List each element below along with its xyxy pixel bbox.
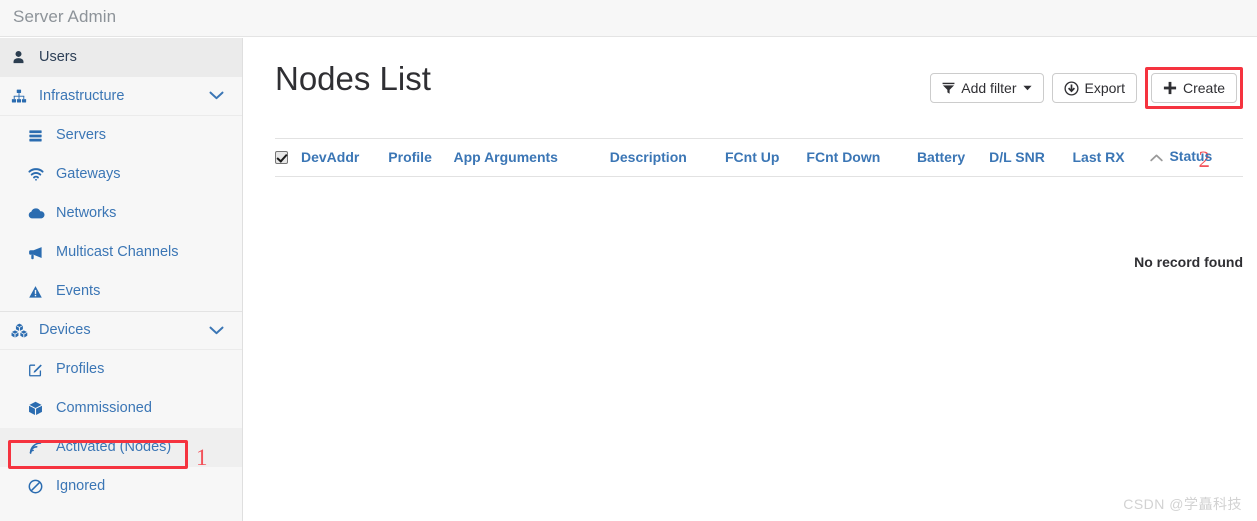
table-header: DevAddr Profile App Arguments Descriptio… [275, 137, 1243, 178]
sidebar-item-label: Gateways [56, 166, 121, 183]
column-header-profile[interactable]: Profile [388, 137, 454, 178]
sidebar-item-label: Activated (Nodes) [56, 439, 172, 456]
sidebar-item-users[interactable]: Users [0, 38, 242, 77]
column-header-fcnt-down[interactable]: FCnt Down [806, 137, 917, 178]
annotation-marker-1: 1 [196, 445, 208, 470]
sort-ascending-icon [1150, 149, 1164, 165]
sidebar-item-gateways[interactable]: Gateways [0, 155, 242, 194]
main-content: Nodes List Add filter Export Create 2 De… [244, 38, 1257, 521]
watermark: CSDN @学矗科技 [1123, 496, 1242, 512]
cubes-icon [11, 323, 31, 339]
bullhorn-icon [28, 245, 48, 261]
edit-square-icon [28, 362, 48, 378]
export-button[interactable]: Export [1051, 73, 1137, 103]
annotation-box-create-button: Create [1144, 67, 1243, 109]
sidebar-item-label: Events [56, 283, 101, 300]
sidebar-item-profiles[interactable]: Profiles [0, 350, 242, 389]
sidebar-item-label: Commissioned [56, 400, 152, 417]
empty-state-message: No record found [1134, 254, 1243, 270]
column-header-app-arguments[interactable]: App Arguments [453, 137, 610, 178]
sidebar-item-label: Servers [56, 127, 106, 144]
user-icon [11, 49, 31, 65]
wifi-icon [28, 167, 48, 183]
column-header-status[interactable]: Status [1150, 137, 1243, 178]
sidebar-item-multicast-channels[interactable]: Multicast Channels [0, 233, 242, 272]
table-header-row: DevAddr Profile App Arguments Descriptio… [275, 137, 1243, 178]
add-filter-label: Add filter [961, 80, 1017, 96]
column-header-description[interactable]: Description [609, 137, 725, 178]
cloud-icon [28, 206, 48, 222]
warning-triangle-icon [28, 284, 48, 300]
sidebar-group-infrastructure[interactable]: Infrastructure [0, 77, 242, 116]
cube-icon [28, 401, 48, 417]
sidebar-item-events[interactable]: Events [0, 272, 242, 311]
server-icon [28, 128, 48, 144]
sidebar-item-label: Devices [39, 322, 91, 339]
select-all-header [275, 137, 301, 178]
app-brand-title: Server Admin [13, 7, 117, 26]
sidebar-group-devices[interactable]: Devices [0, 311, 242, 350]
chevron-down-icon[interactable] [209, 323, 224, 339]
column-header-dl-snr[interactable]: D/L SNR [989, 137, 1073, 178]
column-header-last-rx[interactable]: Last RX [1072, 137, 1151, 178]
sidebar-item-ignored[interactable]: Ignored [0, 467, 242, 506]
sidebar-item-networks[interactable]: Networks [0, 194, 242, 233]
column-header-battery[interactable]: Battery [916, 137, 990, 178]
sidebar-item-label: Ignored [56, 478, 106, 495]
page-title: Nodes List [275, 60, 431, 97]
download-circle-icon [1063, 80, 1079, 96]
nodes-table: DevAddr Profile App Arguments Descriptio… [275, 137, 1243, 178]
sitemap-icon [11, 88, 31, 104]
caret-down-icon [1022, 85, 1032, 91]
column-header-devaddr[interactable]: DevAddr [301, 137, 389, 178]
rss-signal-icon [28, 440, 48, 456]
column-header-status-label: Status [1169, 148, 1213, 164]
sidebar-item-label: Infrastructure [39, 87, 125, 104]
chevron-down-icon[interactable] [209, 88, 224, 104]
create-label: Create [1182, 80, 1225, 96]
create-button[interactable]: Create [1150, 73, 1237, 103]
plus-icon [1163, 81, 1177, 95]
add-filter-button[interactable]: Add filter [930, 73, 1044, 103]
sidebar-item-label: Profiles [56, 361, 105, 378]
sidebar-item-label: Users [39, 48, 77, 65]
nodes-table-container: DevAddr Profile App Arguments Descriptio… [275, 137, 1243, 178]
sidebar-item-label: Networks [56, 205, 117, 222]
select-all-checkbox[interactable] [275, 151, 288, 165]
sidebar-item-servers[interactable]: Servers [0, 116, 242, 155]
filter-icon [942, 82, 955, 95]
export-label: Export [1084, 80, 1125, 96]
column-header-fcnt-up[interactable]: FCnt Up [724, 137, 807, 178]
sidebar-item-commissioned[interactable]: Commissioned [0, 389, 242, 428]
top-header-bar: Server Admin [0, 0, 1257, 37]
page-toolbar: Add filter Export Create [930, 67, 1243, 109]
sidebar-item-label: Multicast Channels [56, 244, 179, 261]
app-root: Server Admin Users Infrastructure Server… [0, 0, 1257, 521]
ban-icon [28, 479, 48, 495]
